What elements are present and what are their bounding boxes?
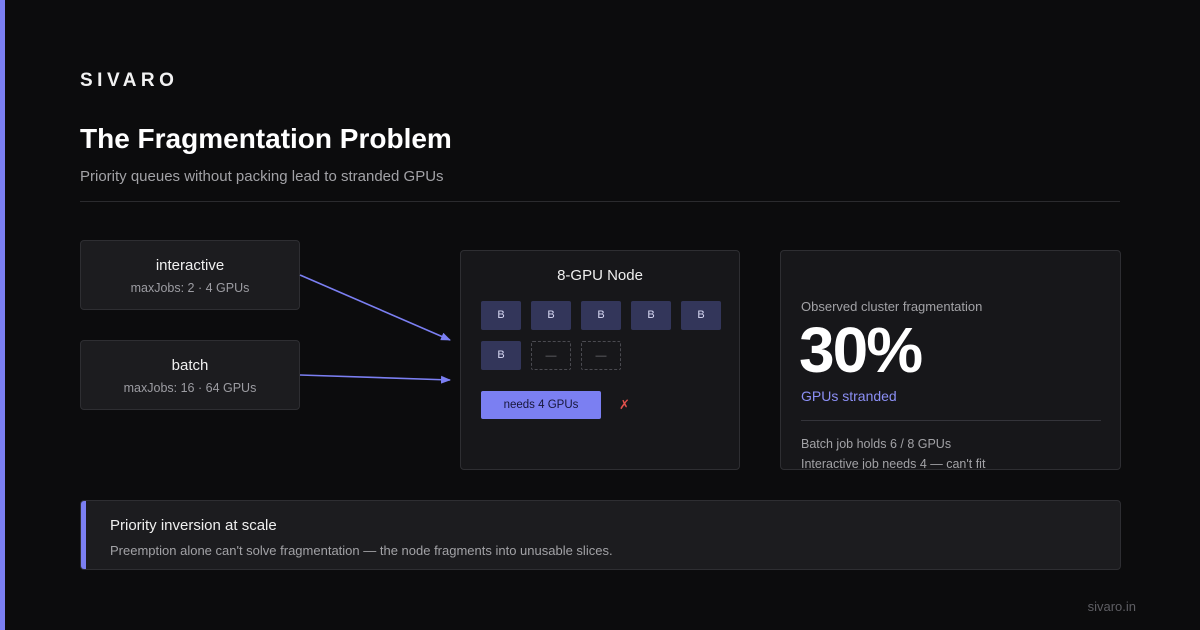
- gpu-slot-4: B: [631, 301, 671, 330]
- stats-divider: [801, 420, 1101, 421]
- pending-job-chip: needs 4 GPUs: [481, 391, 601, 419]
- gpu-slot-5: B: [681, 301, 721, 330]
- callout-title: Priority inversion at scale: [110, 517, 277, 534]
- gpu-slot-7-free: —: [531, 341, 571, 370]
- fragmentation-stats-panel: Observed cluster fragmentation 30% GPUs …: [780, 250, 1121, 470]
- gpu-slot-3: B: [581, 301, 621, 330]
- gpu-node-panel: 8-GPU Node B B B B B B — — needs 4 GPUs …: [460, 250, 740, 470]
- cannot-fit-icon: ✗: [619, 397, 630, 412]
- callout-accent-bar: [81, 501, 86, 569]
- callout-body: Preemption alone can't solve fragmentati…: [110, 543, 613, 558]
- fragmentation-percent: 30%: [799, 314, 923, 386]
- stats-note-interactive: Interactive job needs 4 — can't fit: [801, 457, 986, 470]
- gpu-slot-8-free: —: [581, 341, 621, 370]
- insight-callout: Priority inversion at scale Preemption a…: [80, 500, 1121, 570]
- gpu-slot-1: B: [481, 301, 521, 330]
- stats-note-batch: Batch job holds 6 / 8 GPUs: [801, 437, 952, 451]
- arrow-batch-to-node: [299, 374, 451, 384]
- stats-unit: GPUs stranded: [801, 388, 897, 404]
- footer-url: sivaro.in: [1087, 599, 1136, 614]
- stats-label: Observed cluster fragmentation: [801, 299, 983, 314]
- gpu-slot-6: B: [481, 341, 521, 370]
- gpu-slot-2: B: [531, 301, 571, 330]
- arrow-interactive-to-node: [299, 274, 451, 341]
- node-title: 8-GPU Node: [557, 267, 643, 284]
